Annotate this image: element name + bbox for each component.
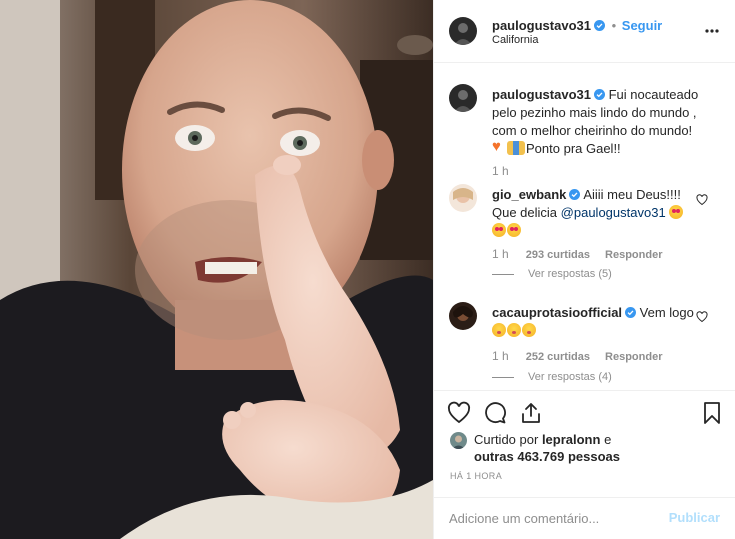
bookmark-icon[interactable] xyxy=(700,401,724,425)
post-location[interactable]: California xyxy=(492,34,538,46)
comment-input[interactable]: Adicione um comentário... xyxy=(449,511,599,526)
view-replies-label: Ver respostas (4) xyxy=(528,371,612,383)
replies-divider xyxy=(492,273,514,275)
post-header: paulogustavo31 • Seguir California xyxy=(434,0,735,63)
reply-button[interactable]: Responder xyxy=(605,351,662,363)
comment-avatar[interactable] xyxy=(449,184,477,212)
family-emoji xyxy=(507,141,525,155)
add-comment-bar: Adicione um comentário... Publicar xyxy=(434,497,735,539)
verified-badge-icon xyxy=(593,89,605,100)
comment-text-block: cacauprotasioofficial Vem logo xyxy=(492,304,707,340)
comment-meta: 1 h 293 curtidas Responder xyxy=(492,247,692,261)
heart-eyes-emoji xyxy=(507,223,521,237)
comment-username[interactable]: gio_ewbank xyxy=(492,187,566,202)
heart-eyes-emoji xyxy=(669,205,684,219)
verified-badge-icon xyxy=(593,20,605,31)
comment-text-block: gio_ewbank Aiiii meu Deus!!!! Que delici… xyxy=(492,186,707,240)
comment-meta: 1 h 252 curtidas Responder xyxy=(492,349,692,363)
publish-button[interactable]: Publicar xyxy=(669,510,720,525)
orange-heart-emoji xyxy=(492,138,506,156)
photo-illustration xyxy=(0,0,433,539)
comment-icon[interactable] xyxy=(483,401,507,425)
comment-time[interactable]: 1 h xyxy=(492,349,509,363)
view-replies-label: Ver respostas (5) xyxy=(528,268,612,280)
comment-username[interactable]: cacauprotasioofficial xyxy=(492,305,622,320)
likes-connector: e xyxy=(604,432,612,447)
replies-divider xyxy=(492,376,514,378)
view-replies-button[interactable]: Ver respostas (4) xyxy=(492,371,612,383)
likes-summary: Curtido por lepralonn e outras 463.769 p… xyxy=(474,431,714,465)
post-photo[interactable] xyxy=(0,0,433,539)
instagram-post: paulogustavo31 • Seguir California paulo… xyxy=(0,0,735,539)
caption-avatar[interactable] xyxy=(449,84,477,112)
caption-time[interactable]: 1 h xyxy=(492,164,509,178)
likes-prefix: Curtido por xyxy=(474,432,539,447)
comment-likes[interactable]: 252 curtidas xyxy=(526,351,590,363)
more-options-icon[interactable] xyxy=(705,29,719,33)
reply-button[interactable]: Responder xyxy=(605,249,662,261)
caption-text-block: paulogustavo31 Fui nocauteado pelo pezin… xyxy=(492,86,714,158)
author-username[interactable]: paulogustavo31 xyxy=(492,18,591,33)
comment-avatar[interactable] xyxy=(449,302,477,330)
heart-icon[interactable] xyxy=(447,401,471,425)
comment-like-heart-icon[interactable] xyxy=(696,194,708,206)
comment-like-heart-icon[interactable] xyxy=(696,311,708,323)
caption-username[interactable]: paulogustavo31 xyxy=(492,87,591,102)
heart-eyes-emoji xyxy=(492,223,506,237)
post-actions: Curtido por lepralonn e outras 463.769 p… xyxy=(434,390,735,498)
author-line: paulogustavo31 • Seguir xyxy=(492,18,662,33)
post-details-panel: paulogustavo31 • Seguir California paulo… xyxy=(433,0,735,539)
caption-text-2: Ponto pra Gael!! xyxy=(526,141,621,156)
likes-others[interactable]: outras 463.769 pessoas xyxy=(474,449,620,464)
comment-mention[interactable]: @paulogustavo31 xyxy=(561,205,666,220)
comment-text: Vem logo xyxy=(639,305,694,320)
kiss-emoji xyxy=(522,323,536,337)
post-time-ago[interactable]: HÁ 1 HORA xyxy=(450,471,502,481)
header-separator: • xyxy=(611,18,617,33)
kiss-emoji xyxy=(492,323,506,337)
verified-badge-icon xyxy=(625,307,637,318)
liker-avatar[interactable] xyxy=(450,432,467,449)
view-replies-button[interactable]: Ver respostas (5) xyxy=(492,268,612,280)
comments-list[interactable]: paulogustavo31 Fui nocauteado pelo pezin… xyxy=(434,64,735,390)
share-icon[interactable] xyxy=(519,401,543,425)
author-avatar[interactable] xyxy=(449,17,477,45)
liker-username[interactable]: lepralonn xyxy=(542,432,601,447)
kiss-emoji xyxy=(507,323,521,337)
verified-badge-icon xyxy=(569,189,581,200)
follow-button[interactable]: Seguir xyxy=(622,18,662,33)
comment-likes[interactable]: 293 curtidas xyxy=(526,249,590,261)
comment-time[interactable]: 1 h xyxy=(492,247,509,261)
